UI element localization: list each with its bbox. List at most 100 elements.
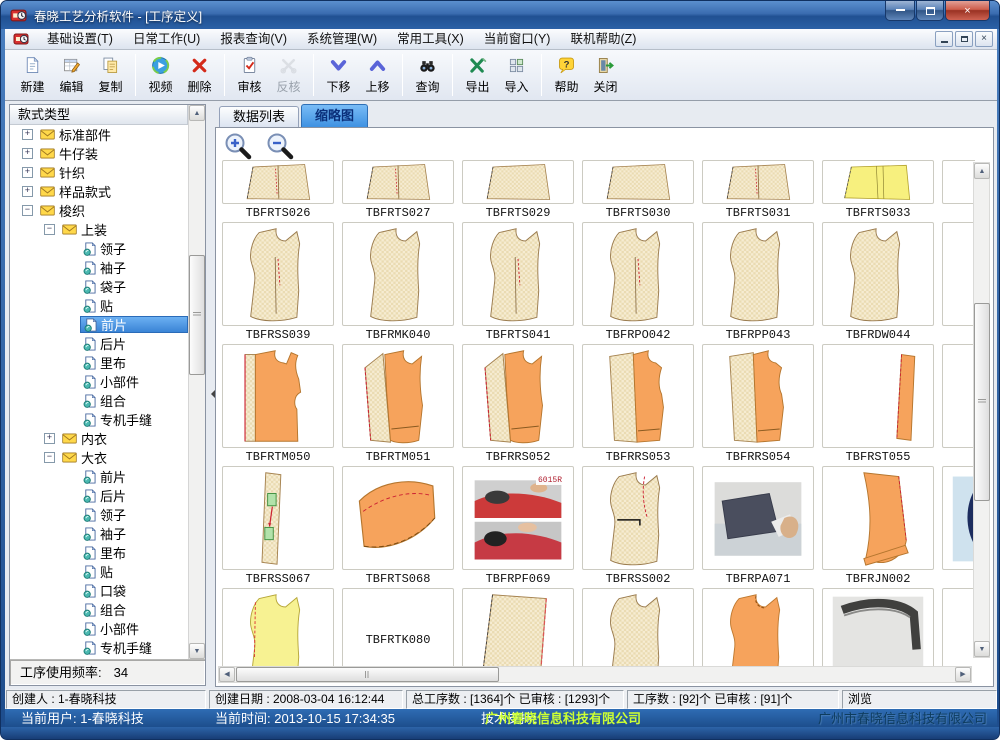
tree-item[interactable]: 后片 (10, 486, 188, 505)
scroll-right-icon[interactable]: ▶ (955, 667, 971, 682)
tree-item[interactable]: 小部件 (10, 619, 188, 638)
pattern-thumbnail[interactable]: TBFRTS068 (342, 466, 454, 586)
scroll-up-icon[interactable]: ▲ (974, 163, 990, 179)
tree-toggle-plus[interactable]: + (22, 148, 33, 159)
pattern-thumbnail[interactable] (942, 222, 975, 342)
toolbar-button-down[interactable]: 下移 (319, 53, 358, 98)
tree-item[interactable]: +内衣 (10, 429, 188, 448)
menu-item-0[interactable]: 基础设置(T) (37, 29, 123, 49)
tree-item[interactable]: −梭织 (10, 201, 188, 220)
pattern-thumbnail[interactable]: TBFRSS067 (222, 466, 334, 586)
menu-item-2[interactable]: 报表查询(V) (210, 29, 297, 49)
tree-item[interactable]: +标准部件 (10, 125, 188, 144)
tree-item[interactable]: 袋子 (10, 277, 188, 296)
pattern-thumbnail[interactable]: TBFRTS033 (822, 160, 934, 220)
menu-item-5[interactable]: 当前窗口(Y) (474, 29, 561, 49)
mdi-minimize-button[interactable] (935, 31, 953, 47)
minimize-button[interactable] (885, 1, 915, 21)
mdi-close-button[interactable]: × (975, 31, 993, 47)
toolbar-button-export[interactable]: 导出 (458, 53, 497, 98)
pattern-thumbnail[interactable]: TBFRPP043 (702, 222, 814, 342)
tree-item[interactable]: +牛仔装 (10, 144, 188, 163)
tree-item[interactable]: −上装 (10, 220, 188, 239)
toolbar-button-import[interactable]: 导入 (497, 53, 536, 98)
pattern-thumbnail[interactable] (702, 588, 814, 668)
pattern-thumbnail[interactable] (462, 588, 574, 668)
pattern-thumbnail[interactable]: TBFRTS041 (462, 222, 574, 342)
close-button[interactable]: × (945, 1, 990, 21)
tree-toggle-plus[interactable]: + (22, 167, 33, 178)
toolbar-button-audit[interactable]: 审核 (230, 53, 269, 98)
toolbar-button-help[interactable]: 帮助 (547, 53, 586, 98)
pattern-thumbnail[interactable]: TBFRSS002 (582, 466, 694, 586)
tree-toggle-plus[interactable]: + (22, 186, 33, 197)
pattern-thumbnail[interactable]: TBFRTS030 (582, 160, 694, 220)
tree-item[interactable]: 专机手缝 (10, 638, 188, 657)
scroll-up-icon[interactable]: ▲ (189, 105, 205, 121)
vertical-scrollbar-thumb[interactable] (974, 303, 990, 501)
pattern-thumbnail[interactable] (942, 466, 975, 586)
sidebar-scrollbar-thumb[interactable] (189, 255, 205, 375)
pattern-thumbnail[interactable]: TBFRSS039 (222, 222, 334, 342)
zoom-out-button[interactable] (265, 131, 295, 161)
tree-item[interactable]: 里布 (10, 353, 188, 372)
pattern-thumbnail[interactable]: TBFRTS029 (462, 160, 574, 220)
sidebar-scrollbar[interactable]: ▲ ▼ (188, 105, 205, 659)
tree-item[interactable]: 组合 (10, 391, 188, 410)
pattern-thumbnail[interactable]: TBFRPA071 (702, 466, 814, 586)
pattern-thumbnail[interactable]: TBFRTK080 (342, 588, 454, 668)
pattern-thumbnail[interactable]: TBFRRS052 (462, 344, 574, 464)
tree-toggle-plus[interactable]: + (44, 433, 55, 444)
tab-data-list[interactable]: 数据列表 (219, 106, 299, 127)
pattern-thumbnail[interactable] (822, 588, 934, 668)
pattern-thumbnail[interactable]: TBFRTS026 (222, 160, 334, 220)
tree-item[interactable]: +针织 (10, 163, 188, 182)
menu-item-1[interactable]: 日常工作(U) (123, 29, 210, 49)
toolbar-button-del[interactable]: 删除 (180, 53, 219, 98)
toolbar-button-find[interactable]: 查询 (408, 53, 447, 98)
tree-item[interactable]: 领子 (10, 239, 188, 258)
pattern-thumbnail[interactable]: TBFRRS054 (702, 344, 814, 464)
tree-item[interactable]: 领子 (10, 505, 188, 524)
tree-item[interactable]: 专机手缝 (10, 410, 188, 429)
pattern-thumbnail[interactable]: 6015RTBFRPF069 (462, 466, 574, 586)
pattern-thumbnail[interactable]: TBFRDW044 (822, 222, 934, 342)
tree-toggle-minus[interactable]: − (22, 205, 33, 216)
toolbar-button-video[interactable]: 视频 (141, 53, 180, 98)
toolbar-button-up[interactable]: 上移 (358, 53, 397, 98)
tree-item[interactable]: 组合 (10, 600, 188, 619)
tree-item[interactable]: −大衣 (10, 448, 188, 467)
tree-item[interactable]: +样品款式 (10, 182, 188, 201)
pattern-thumbnail[interactable]: TBFRPO042 (582, 222, 694, 342)
mdi-restore-button[interactable] (955, 31, 973, 47)
pattern-thumbnail[interactable] (942, 588, 975, 668)
pattern-thumbnail[interactable] (942, 344, 975, 464)
zoom-in-button[interactable] (223, 131, 253, 161)
vertical-scrollbar[interactable]: ▲ ▼ (973, 162, 990, 658)
scroll-down-icon[interactable]: ▼ (189, 643, 205, 659)
tab-thumbnail[interactable]: 缩略图 (301, 104, 368, 127)
tree-item[interactable]: 后片 (10, 334, 188, 353)
pattern-thumbnail[interactable]: TBFRST055 (822, 344, 934, 464)
menu-item-3[interactable]: 系统管理(W) (297, 29, 387, 49)
tree-item[interactable]: 前片 (10, 467, 188, 486)
pattern-thumbnail[interactable]: TBFRTM050 (222, 344, 334, 464)
toolbar-button-edit[interactable]: 编辑 (52, 53, 91, 98)
scroll-down-icon[interactable]: ▼ (974, 641, 990, 657)
tree-item[interactable]: 袖子 (10, 258, 188, 277)
tree-item[interactable]: 袖子 (10, 524, 188, 543)
tree-item[interactable]: 贴 (10, 296, 188, 315)
pattern-thumbnail[interactable]: TBFRTM051 (342, 344, 454, 464)
tree-toggle-minus[interactable]: − (44, 452, 55, 463)
pattern-thumbnail[interactable]: TBFRTS031 (702, 160, 814, 220)
pattern-thumbnail[interactable] (942, 160, 975, 220)
tree-item[interactable]: 口袋 (10, 581, 188, 600)
horizontal-scrollbar[interactable]: ◀ ▶ (218, 666, 972, 683)
pattern-thumbnail[interactable]: TBFRMK040 (342, 222, 454, 342)
pattern-thumbnail[interactable]: TBFRJN002 (822, 466, 934, 586)
pattern-thumbnail[interactable]: TBFRRS053 (582, 344, 694, 464)
toolbar-button-copy[interactable]: 复制 (91, 53, 130, 98)
tree-item[interactable]: 贴 (10, 562, 188, 581)
tree-item[interactable]: 里布 (10, 543, 188, 562)
menu-item-4[interactable]: 常用工具(X) (387, 29, 474, 49)
